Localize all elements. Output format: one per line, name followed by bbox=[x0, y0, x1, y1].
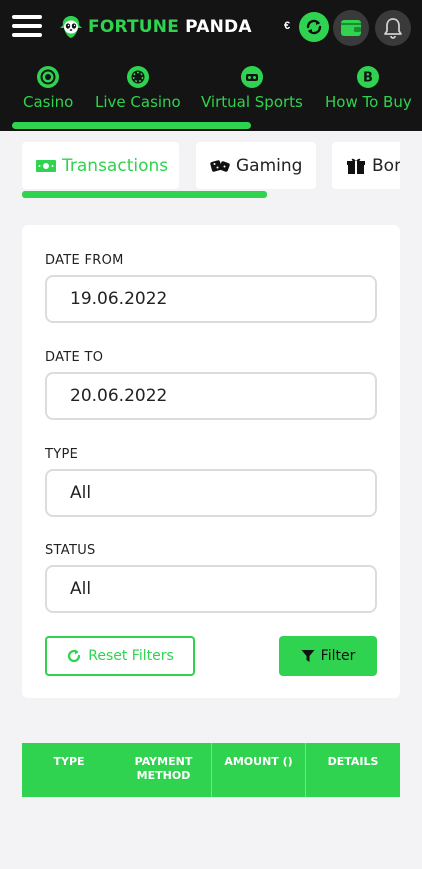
category-label: How To Buy bbox=[325, 93, 412, 111]
date-from-label: DATE FROM bbox=[45, 253, 124, 268]
reset-icon bbox=[68, 649, 81, 663]
bitcoin-icon: B bbox=[357, 66, 380, 88]
filter-button[interactable]: Filter bbox=[279, 636, 377, 676]
column-header-amount[interactable]: AMOUNT () bbox=[212, 743, 305, 797]
wallet-icon bbox=[341, 20, 361, 36]
dice-icon bbox=[210, 158, 230, 174]
svg-text:B: B bbox=[363, 71, 373, 86]
refresh-balance-button[interactable] bbox=[299, 12, 329, 42]
panda-logo-icon bbox=[58, 14, 84, 40]
column-header-details[interactable]: DETAILS bbox=[306, 743, 400, 797]
wallet-button[interactable] bbox=[333, 10, 369, 46]
gift-icon bbox=[346, 158, 366, 174]
filter-card: DATE FROM 19.06.2022 DATE TO 20.06.2022 … bbox=[22, 225, 400, 698]
tab-label: Transactions bbox=[62, 155, 169, 176]
banknote-icon bbox=[36, 158, 56, 174]
funnel-icon bbox=[301, 650, 315, 662]
notifications-button[interactable] bbox=[375, 10, 411, 46]
tab-label: Gaming bbox=[236, 155, 303, 176]
type-select[interactable]: All bbox=[45, 469, 377, 517]
category-label: Virtual Sports bbox=[201, 93, 303, 111]
logo[interactable]: FORTUNE PANDA bbox=[58, 13, 252, 41]
transactions-table-header: TYPE PAYMENT METHOD AMOUNT () DETAILS bbox=[22, 743, 400, 797]
tab-gaming[interactable]: Gaming bbox=[196, 142, 316, 189]
filter-label: Filter bbox=[320, 648, 356, 664]
casino-chip-icon bbox=[37, 66, 60, 88]
category-casino[interactable]: Casino bbox=[23, 66, 73, 111]
date-to-label: DATE TO bbox=[45, 350, 104, 365]
date-from-field[interactable]: 19.06.2022 bbox=[45, 275, 377, 323]
category-active-indicator bbox=[12, 122, 251, 129]
column-header-type[interactable]: TYPE bbox=[22, 743, 116, 797]
tab-active-indicator bbox=[22, 191, 267, 198]
vr-headset-icon bbox=[240, 66, 263, 88]
poker-chip-icon bbox=[126, 66, 149, 88]
account-tabs: Transactions Gaming Bon bbox=[22, 142, 400, 192]
bell-icon bbox=[384, 18, 402, 39]
tab-label: Bon bbox=[372, 155, 400, 176]
category-label: Casino bbox=[23, 93, 74, 111]
category-nav: Casino Live Casino Virtual Sports B How … bbox=[0, 57, 422, 131]
date-to-field[interactable]: 20.06.2022 bbox=[45, 372, 377, 420]
status-select[interactable]: All bbox=[45, 565, 377, 613]
refresh-icon bbox=[306, 19, 322, 35]
category-virtual-sports[interactable]: Virtual Sports bbox=[201, 66, 303, 111]
currency-symbol: € bbox=[284, 20, 291, 32]
menu-icon[interactable] bbox=[12, 15, 42, 37]
type-label: TYPE bbox=[45, 447, 79, 462]
brand-name-part2: PANDA bbox=[185, 17, 252, 37]
tab-bonus[interactable]: Bon bbox=[332, 142, 400, 189]
status-label: STATUS bbox=[45, 543, 96, 558]
brand-name: FORTUNE PANDA bbox=[88, 17, 252, 37]
category-label: Live Casino bbox=[95, 93, 181, 111]
column-header-payment-method[interactable]: PAYMENT METHOD bbox=[116, 743, 211, 797]
reset-filters-button[interactable]: Reset Filters bbox=[45, 636, 195, 676]
brand-name-part1: FORTUNE bbox=[88, 17, 180, 37]
reset-filters-label: Reset Filters bbox=[88, 648, 174, 664]
top-header: FORTUNE PANDA € bbox=[0, 0, 422, 57]
category-live-casino[interactable]: Live Casino bbox=[95, 66, 181, 111]
tab-transactions[interactable]: Transactions bbox=[22, 142, 179, 189]
category-how-to-buy[interactable]: B How To Buy bbox=[325, 66, 412, 111]
